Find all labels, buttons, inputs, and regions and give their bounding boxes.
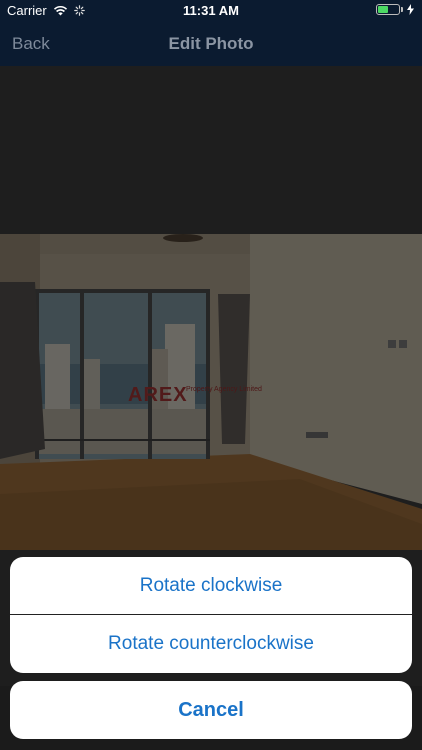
rotate-clockwise-button[interactable]: Rotate clockwise (10, 557, 412, 614)
page-title: Edit Photo (168, 34, 254, 53)
status-right (376, 4, 414, 15)
room-photo: AREX Property Agency Limited (0, 234, 422, 550)
cancel-button[interactable]: Cancel (10, 681, 412, 739)
battery-icon (376, 4, 400, 15)
photo-watermark-subtitle: Property Agency Limited (186, 386, 262, 393)
battery-cap (401, 7, 403, 12)
navigation-bar: Back Edit Photo (0, 22, 422, 66)
charging-bolt-icon (407, 4, 414, 15)
status-time: 11:31 AM (183, 3, 239, 18)
battery-fill (378, 6, 388, 13)
action-sheet: Rotate clockwise Rotate counterclockwise (10, 557, 412, 673)
rotate-counterclockwise-button[interactable]: Rotate counterclockwise (10, 615, 412, 672)
status-bar: Carrier 11:31 AM (0, 0, 422, 22)
photo-watermark: AREX (128, 384, 188, 406)
